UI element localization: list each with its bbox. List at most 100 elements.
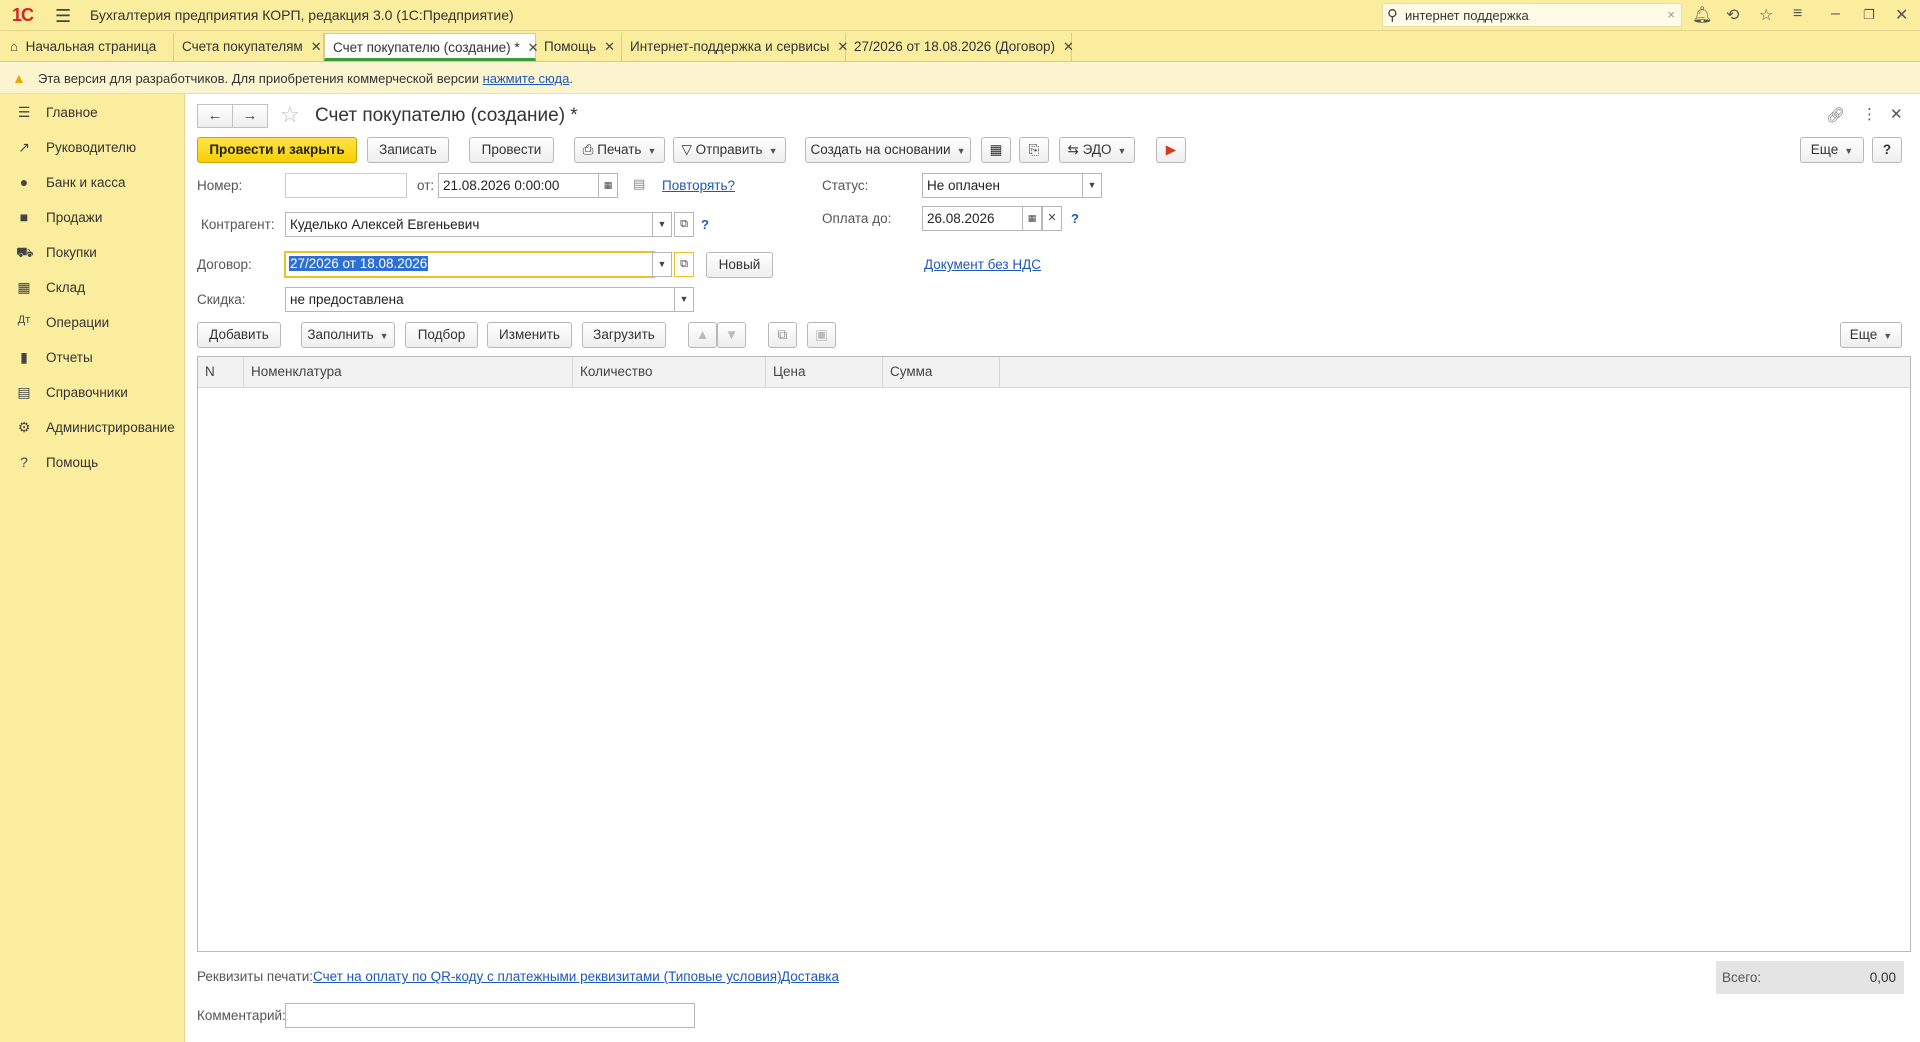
counterparty-input[interactable]: Куделько Алексей Евгеньевич — [285, 212, 653, 237]
sidebar-item-sales[interactable]: ■ Продажи — [0, 201, 184, 235]
warning-tail: . — [569, 71, 573, 86]
sidebar-item-operations[interactable]: Дт Операции — [0, 306, 184, 340]
minimize-icon[interactable]: – — [1831, 5, 1840, 23]
copy-rows-icon[interactable]: ⧉ — [768, 322, 797, 348]
discount-select[interactable]: не предоставлена — [285, 287, 675, 312]
run-icon[interactable]: ▶ — [1156, 137, 1186, 163]
calendar-icon[interactable]: ▦ — [598, 173, 618, 198]
attachment-icon[interactable]: ⎘ — [1019, 137, 1049, 163]
column-header-price[interactable]: Цена — [766, 357, 883, 387]
clear-search-icon[interactable]: × — [1667, 7, 1675, 22]
close-form-icon[interactable]: ✕ — [1890, 105, 1903, 123]
move-down-icon[interactable]: ▼ — [717, 322, 746, 348]
comment-input[interactable] — [285, 1003, 695, 1028]
tab-label: Счета покупателям — [182, 39, 303, 54]
tab-invoices-list[interactable]: Счета покупателям ✕ — [174, 33, 324, 61]
column-header-item[interactable]: Номенклатура — [244, 357, 573, 387]
sidebar-item-label: Операции — [46, 315, 110, 330]
edo-button[interactable]: ⇆ ЭДО ▼ — [1059, 137, 1135, 163]
new-contract-button[interactable]: Новый — [706, 252, 773, 278]
contract-dropdown-icon[interactable]: ▼ — [652, 252, 672, 277]
sidebar-item-bank[interactable]: ● Банк и касса — [0, 166, 184, 200]
more-button[interactable]: Еще ▼ — [1800, 137, 1864, 163]
sidebar-item-admin[interactable]: ⚙ Администрирование — [0, 411, 184, 445]
title-bar: 1С ☰ Бухгалтерия предприятия КОРП, редак… — [0, 0, 1920, 31]
back-button[interactable]: ← — [197, 104, 233, 128]
close-tab-icon[interactable]: ✕ — [604, 39, 615, 54]
sidebar-item-label: Отчеты — [46, 350, 93, 365]
settings-menu-icon[interactable]: ≡ — [1793, 5, 1802, 23]
tab-internet-support[interactable]: Интернет-поддержка и сервисы ✕ — [622, 33, 848, 61]
warehouse-icon: ▦ — [17, 279, 31, 295]
fill-button[interactable]: Заполнить ▼ — [301, 322, 395, 348]
link-icon[interactable]: 🔗︎ — [1826, 106, 1845, 124]
sidebar-item-purchases[interactable]: ⛟ Покупки — [0, 236, 184, 270]
number-input[interactable] — [285, 173, 407, 198]
tab-help[interactable]: Помощь ✕ — [536, 33, 622, 61]
discount-dropdown-icon[interactable]: ▼ — [674, 287, 694, 312]
sidebar-item-main[interactable]: ☰ Главное — [0, 96, 184, 130]
date-input[interactable]: 21.08.2026 0:00:00 — [438, 173, 604, 198]
send-button[interactable]: ▽ Отправить ▼ — [673, 137, 786, 163]
forward-button[interactable]: → — [232, 104, 268, 128]
close-tab-icon[interactable]: ✕ — [1063, 39, 1074, 54]
close-window-icon[interactable]: ✕ — [1895, 5, 1908, 25]
change-button[interactable]: Изменить — [487, 322, 572, 348]
close-tab-icon[interactable]: ✕ — [311, 39, 322, 54]
maximize-icon[interactable]: ❐ — [1863, 7, 1875, 23]
status-select[interactable]: Не оплачен — [922, 173, 1084, 198]
sidebar-item-help[interactable]: ? Помощь — [0, 446, 184, 480]
star-icon[interactable]: ☆ — [1759, 5, 1773, 25]
column-header-n[interactable]: N — [198, 357, 244, 387]
sidebar-item-manager[interactable]: ↗ Руководителю — [0, 131, 184, 165]
add-row-button[interactable]: Добавить — [197, 322, 281, 348]
delivery-link[interactable]: Доставка — [781, 969, 839, 984]
sidebar-item-label: Продажи — [46, 210, 103, 225]
column-header-quantity[interactable]: Количество — [573, 357, 766, 387]
warning-icon: ▲ — [12, 70, 26, 86]
bell-icon[interactable]: 🔔︎ — [1692, 5, 1712, 25]
create-based-on-button[interactable]: Создать на основании ▼ — [805, 137, 971, 163]
print-details-link[interactable]: Счет на оплату по QR-коду с платежными р… — [313, 969, 782, 984]
sidebar-item-warehouse[interactable]: ▦ Склад — [0, 271, 184, 305]
history-icon[interactable]: ⟲ — [1726, 5, 1739, 25]
load-button[interactable]: Загрузить — [582, 322, 666, 348]
no-vat-link[interactable]: Документ без НДС — [924, 257, 1041, 272]
print-button[interactable]: ⎙ Печать ▼ — [574, 137, 665, 163]
structure-icon[interactable]: ▦ — [981, 137, 1011, 163]
counterparty-dropdown-icon[interactable]: ▼ — [652, 212, 672, 237]
buy-link[interactable]: нажмите сюда — [483, 71, 570, 86]
main-menu-icon[interactable]: ☰ — [55, 6, 71, 27]
tab-invoice-create[interactable]: Счет покупателю (создание) * ✕ — [324, 33, 539, 61]
save-button[interactable]: Записать — [367, 137, 449, 163]
table-more-button[interactable]: Еще ▼ — [1840, 322, 1902, 348]
favorite-star-icon[interactable]: ☆ — [280, 102, 300, 128]
counterparty-help-icon[interactable]: ? — [701, 217, 709, 232]
pay-until-calendar-icon[interactable]: ▦ — [1022, 206, 1042, 231]
contract-input[interactable]: 27/2026 от 18.08.2026 — [284, 251, 655, 278]
search-icon: ⚲ — [1387, 7, 1398, 24]
sidebar-item-reports[interactable]: ▮ Отчеты — [0, 341, 184, 375]
pay-until-clear-icon[interactable]: ✕ — [1042, 206, 1062, 231]
more-actions-icon[interactable]: ⋮ — [1862, 105, 1877, 123]
sidebar-item-catalogs[interactable]: ▤ Справочники — [0, 376, 184, 410]
tab-contract[interactable]: 27/2026 от 18.08.2026 (Договор) ✕ — [846, 33, 1074, 61]
post-button[interactable]: Провести — [469, 137, 554, 163]
send-label: Отправить — [695, 142, 763, 157]
repeat-link[interactable]: Повторять? — [662, 178, 735, 193]
status-dropdown-icon[interactable]: ▼ — [1082, 173, 1102, 198]
print-label: Печать — [597, 142, 642, 157]
goods-table[interactable]: N Номенклатура Количество Цена Сумма — [197, 356, 1911, 952]
move-up-icon[interactable]: ▲ — [688, 322, 717, 348]
column-header-amount[interactable]: Сумма — [883, 357, 1000, 387]
counterparty-open-icon[interactable]: ⧉ — [674, 212, 694, 237]
contract-open-icon[interactable]: ⧉ — [674, 252, 694, 277]
pick-button[interactable]: Подбор — [405, 322, 478, 348]
pay-until-input[interactable]: 26.08.2026 — [922, 206, 1024, 231]
help-button[interactable]: ? — [1872, 137, 1902, 163]
search-input[interactable]: ⚲ интернет поддержка × — [1382, 3, 1682, 27]
pay-until-help-icon[interactable]: ? — [1071, 211, 1079, 226]
post-and-close-button[interactable]: Провести и закрыть — [197, 137, 357, 163]
paste-rows-icon[interactable]: ▣ — [807, 322, 836, 348]
tab-home[interactable]: ⌂ Начальная страница — [0, 33, 174, 61]
